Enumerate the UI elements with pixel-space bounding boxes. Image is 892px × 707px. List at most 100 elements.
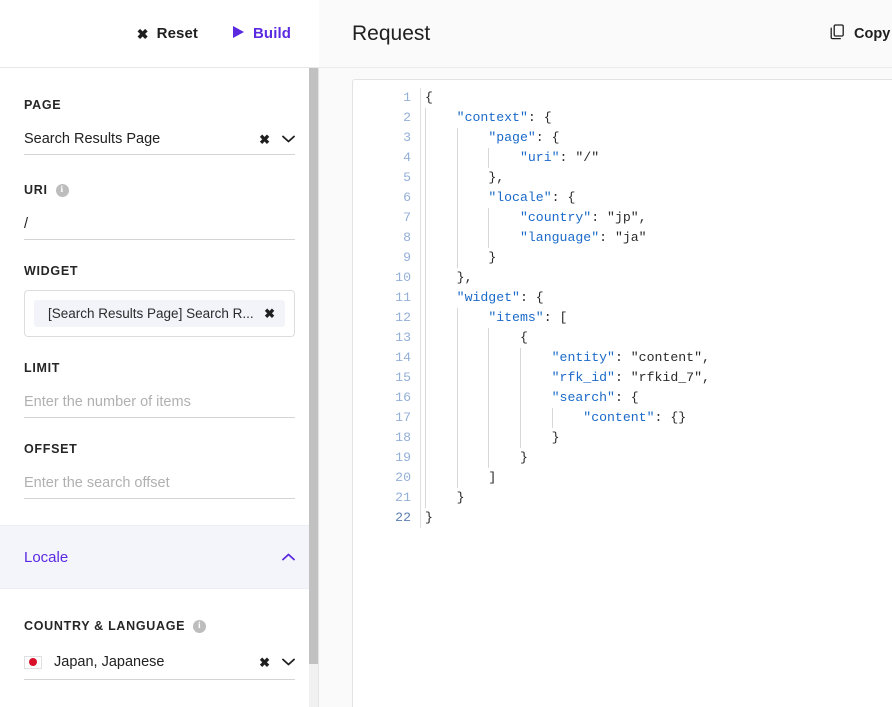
- code-line-number: 6: [403, 190, 411, 205]
- widget-chip[interactable]: [Search Results Page] Search R... ✖: [34, 300, 285, 327]
- info-icon[interactable]: i: [193, 619, 207, 633]
- widget-chip-label: [Search Results Page] Search R...: [48, 306, 254, 321]
- field-uri: URI i /: [0, 183, 319, 240]
- code-line: }: [425, 508, 892, 528]
- chevron-up-icon[interactable]: [282, 551, 295, 563]
- code-line: "uri": "/": [425, 148, 892, 168]
- code-line-number: 20: [395, 470, 411, 485]
- field-limit-label: LIMIT: [24, 361, 61, 375]
- uri-input-value: /: [24, 216, 29, 232]
- chevron-down-icon[interactable]: [282, 654, 295, 670]
- sidebar-scroll-region: PAGE Search Results Page ✖ URI i / WIDGE…: [0, 68, 319, 707]
- code-line-number: 16: [395, 390, 411, 405]
- offset-input[interactable]: Enter the search offset: [24, 468, 295, 499]
- field-widget: WIDGET [Search Results Page] Search R...…: [0, 264, 319, 337]
- code-token-punc: ]: [488, 470, 497, 485]
- sidebar-toolbar: ✖ Reset Build: [0, 0, 319, 68]
- field-widget-label: WIDGET: [24, 264, 79, 278]
- page-clear-icon[interactable]: ✖: [259, 133, 270, 146]
- code-line-number: 9: [403, 250, 411, 265]
- code-indent-guide: [551, 408, 553, 428]
- page-select[interactable]: Search Results Page ✖: [24, 124, 295, 155]
- code-line-number: 17: [395, 410, 411, 425]
- field-country-language: COUNTRY & LANGUAGE i Japan, Japanese ✖: [0, 619, 319, 680]
- code-indent-guide: [520, 348, 522, 448]
- code-token-key: "entity": [551, 350, 615, 365]
- code-token-punc: : {: [519, 290, 544, 305]
- code-indent-guide: [456, 128, 458, 268]
- country-language-select[interactable]: Japan, Japanese ✖: [24, 645, 295, 680]
- code-line: }: [425, 248, 892, 268]
- reset-button-label: Reset: [156, 25, 198, 42]
- request-code-panel[interactable]: 1 2 3 4 5 6 7 8 9 10 11 12 13 14 15 16 17 18 19 20 21 22 { "c…: [352, 79, 892, 707]
- code-line: "country": "jp",: [425, 208, 892, 228]
- code-line: "content": {}: [425, 408, 892, 428]
- field-offset: OFFSET Enter the search offset: [0, 442, 319, 499]
- code-token-punc: },: [456, 270, 473, 285]
- code-token-punc: :: [591, 210, 608, 225]
- code-line-number: 8: [403, 230, 411, 245]
- country-language-value: Japan, Japanese: [54, 654, 165, 670]
- code-token-punc: }: [519, 450, 528, 465]
- code-line: "search": {: [425, 388, 892, 408]
- code-token-punc: {: [425, 90, 433, 105]
- app-root: ✖ Reset Build PAGE Search Results Page ✖…: [0, 0, 892, 707]
- reset-button[interactable]: ✖ Reset: [127, 19, 208, 48]
- accordion-locale-header[interactable]: Locale: [0, 525, 319, 589]
- code-token-key: "rfk_id": [551, 370, 615, 385]
- build-button-label: Build: [253, 25, 291, 42]
- sidebar-scrollbar-track[interactable]: [309, 68, 318, 707]
- copy-to-clipboard-button[interactable]: Copy to: [830, 24, 892, 44]
- code-token-punc: {: [519, 330, 528, 345]
- limit-input[interactable]: Enter the number of items: [24, 387, 295, 418]
- info-icon[interactable]: i: [55, 183, 69, 197]
- code-token-punc: }: [456, 490, 465, 505]
- code-line-number: 1: [403, 90, 411, 105]
- close-x-icon: ✖: [136, 25, 149, 42]
- widget-chip-remove-icon[interactable]: ✖: [264, 307, 275, 320]
- code-line-number: 10: [395, 270, 411, 285]
- code-indent-guide: [456, 308, 458, 488]
- request-panel-title: Request: [352, 21, 431, 45]
- code-token-key: "content": [583, 410, 655, 425]
- code-line-number: 15: [395, 370, 411, 385]
- code-line: "widget": {: [425, 288, 892, 308]
- copy-icon: [830, 24, 845, 44]
- code-line: {: [425, 328, 892, 348]
- page-select-value: Search Results Page: [24, 131, 161, 147]
- code-token-punc: : {: [614, 390, 639, 405]
- code-line-number: 7: [403, 210, 411, 225]
- limit-input-placeholder: Enter the number of items: [24, 394, 191, 410]
- code-line-number: 19: [395, 450, 411, 465]
- code-token-punc: }: [488, 250, 497, 265]
- code-token-key: "search": [551, 390, 615, 405]
- code-line: "language": "ja": [425, 228, 892, 248]
- code-token-punc: : {: [527, 110, 552, 125]
- request-panel-header: Request Copy to: [319, 0, 892, 68]
- sidebar-scrollbar-thumb[interactable]: [309, 68, 318, 664]
- code-line: },: [425, 168, 892, 188]
- field-country-language-label: COUNTRY & LANGUAGE i: [24, 619, 295, 633]
- code-token-punc: :: [614, 350, 631, 365]
- configuration-sidebar: ✖ Reset Build PAGE Search Results Page ✖…: [0, 0, 319, 707]
- code-token-punc: : [: [543, 310, 568, 325]
- build-button[interactable]: Build: [222, 19, 301, 48]
- code-indent-guide: [425, 108, 426, 508]
- code-token-str: "content",: [630, 350, 710, 365]
- widget-chip-container[interactable]: [Search Results Page] Search R... ✖: [24, 290, 295, 337]
- code-token-key: "uri": [519, 150, 560, 165]
- field-limit: LIMIT Enter the number of items: [0, 361, 319, 418]
- code-token-punc: :: [559, 150, 576, 165]
- japan-flag-icon: [24, 655, 42, 669]
- code-line: ]: [425, 468, 892, 488]
- code-line: }: [425, 448, 892, 468]
- chevron-down-icon[interactable]: [282, 131, 295, 147]
- code-token-str: "ja": [614, 230, 647, 245]
- code-content[interactable]: { "context": { "page": { "uri": "/" }, "…: [420, 88, 892, 528]
- code-line-number: 5: [403, 170, 411, 185]
- country-language-clear-icon[interactable]: ✖: [259, 656, 270, 669]
- uri-input[interactable]: /: [24, 209, 295, 240]
- code-token-str: "jp",: [607, 210, 647, 225]
- accordion-locale-title: Locale: [24, 548, 69, 566]
- code-token-punc: }: [551, 430, 560, 445]
